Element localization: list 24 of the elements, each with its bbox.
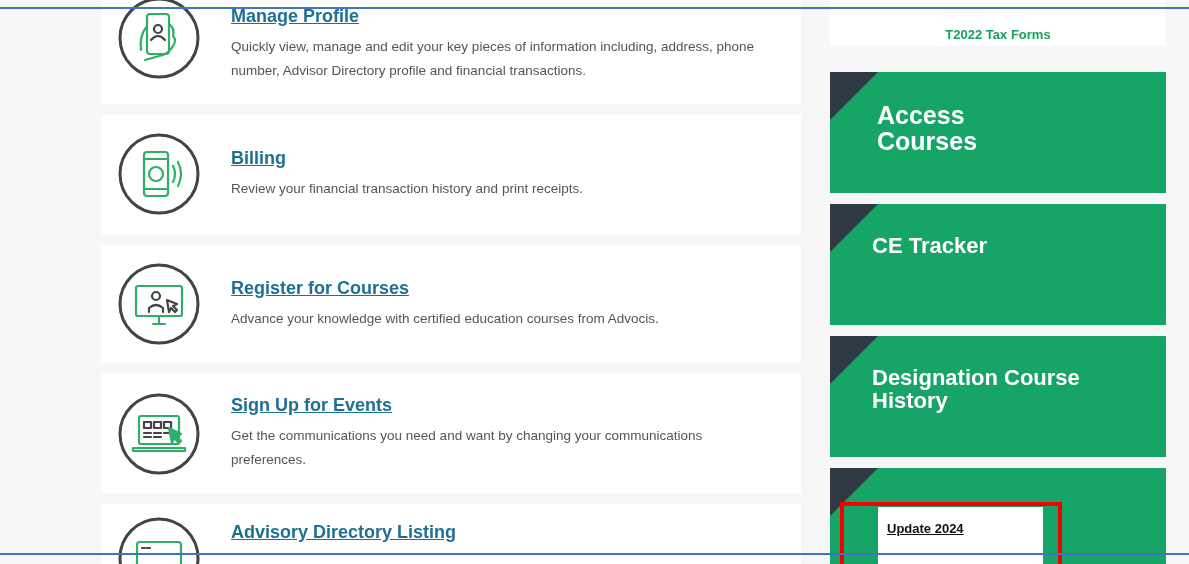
service-description: Advance your knowledge with certified education courses from Advocis. bbox=[231, 309, 659, 328]
service-link[interactable]: Billing bbox=[231, 147, 583, 169]
corner-mark bbox=[830, 468, 878, 516]
corner-mark bbox=[830, 72, 878, 120]
service-link[interactable]: Sign Up for Events bbox=[231, 395, 756, 417]
service-link[interactable]: Manage Profile bbox=[231, 6, 756, 27]
service-description: Quickly view, manage and edit your key pieces of information including, address, phone number, Advisor Directory profile and financial transactions. bbox=[231, 38, 756, 80]
tile-title: Designation Course History bbox=[872, 366, 1080, 412]
service-description: Get the communications you need and want by changing your communications preferences. bbox=[231, 427, 704, 470]
service-link[interactable]: Advisory Directory Listing bbox=[231, 522, 457, 543]
update-label: Update 2024 bbox=[887, 521, 964, 536]
tile-title: Access Courses bbox=[877, 102, 978, 154]
tile-button[interactable]: Access Courses bbox=[830, 72, 1166, 193]
tile-button[interactable]: Update 2024 bbox=[830, 468, 1166, 564]
monitor-icon bbox=[117, 262, 201, 346]
tax-forms-link[interactable]: T2022 Tax Forms bbox=[945, 27, 1051, 42]
laptop-icon bbox=[117, 391, 201, 476]
tile-title: CE Tracker bbox=[872, 234, 987, 257]
payment-icon bbox=[117, 132, 201, 217]
phone-icon bbox=[117, 0, 201, 80]
tile-button[interactable]: Designation Course History bbox=[830, 336, 1166, 457]
service-link[interactable]: Register for Courses bbox=[231, 277, 659, 299]
service-description: Review your financial transaction history and print receipts. bbox=[231, 179, 583, 198]
tile-button[interactable]: CE Tracker bbox=[830, 204, 1166, 325]
